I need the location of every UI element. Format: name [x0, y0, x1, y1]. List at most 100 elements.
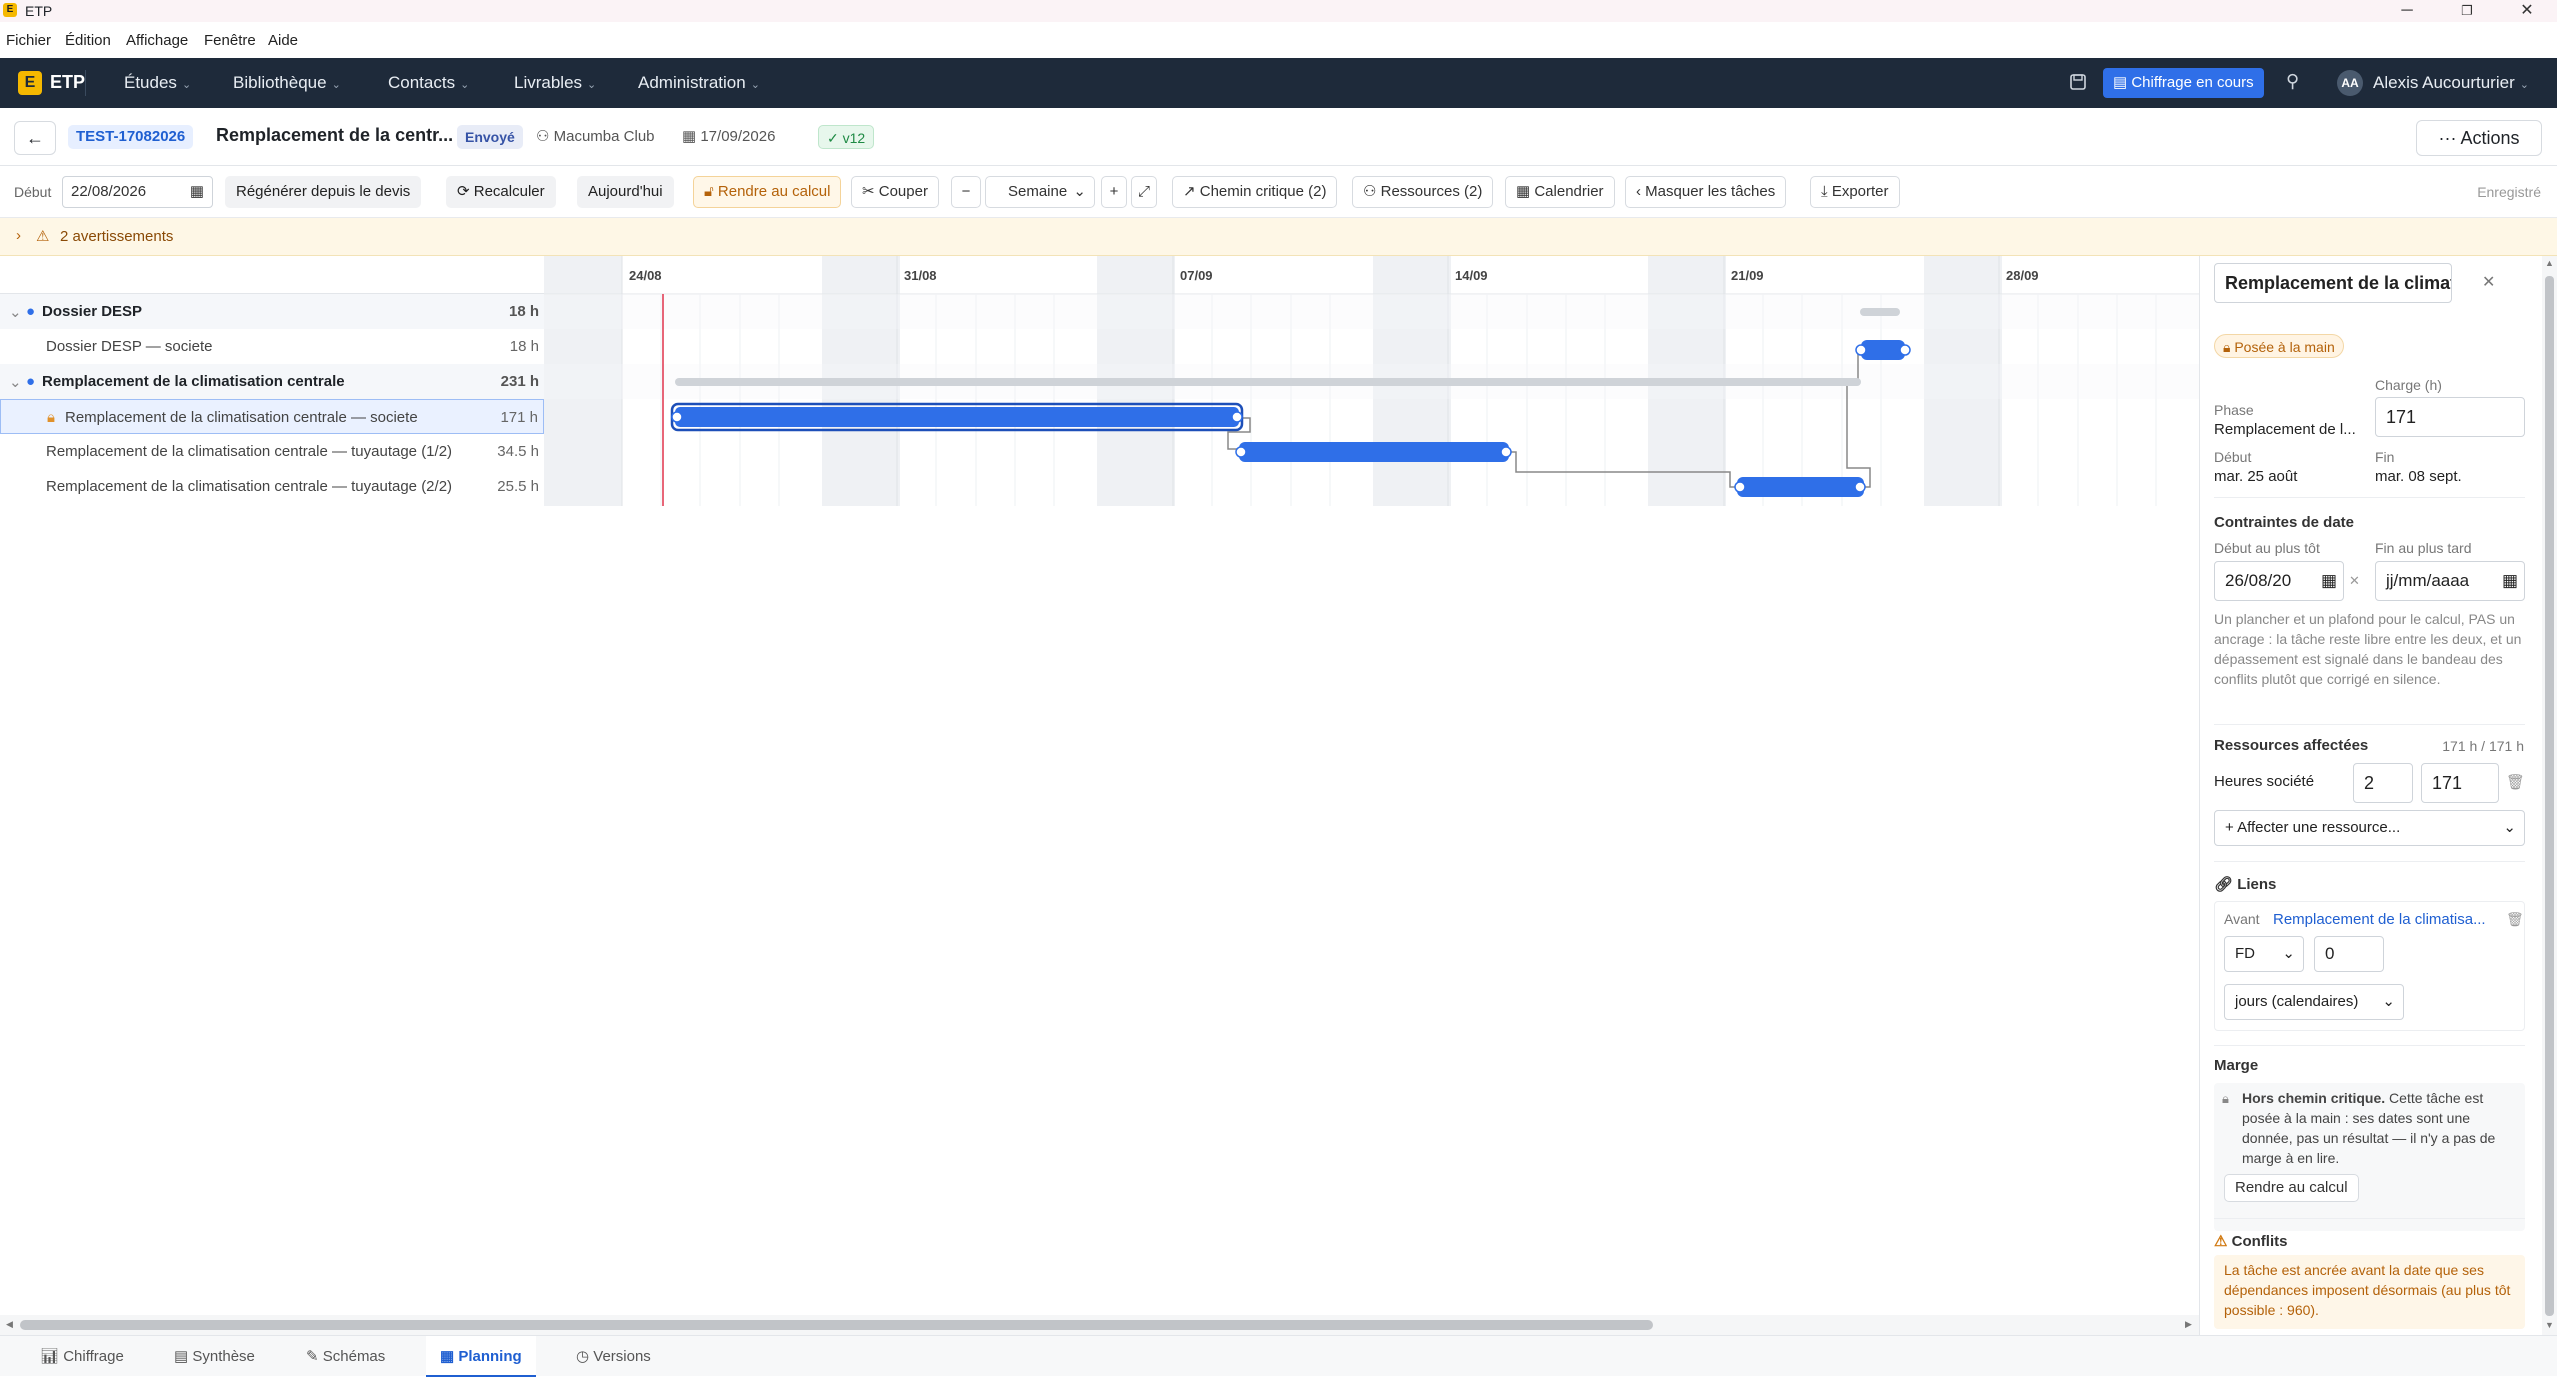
- back-button[interactable]: ←: [14, 121, 56, 155]
- links-title: 🔗︎ Liens: [2214, 876, 2277, 893]
- clipboard-icon: ▤: [174, 1348, 193, 1365]
- scroll-up-icon: ▲: [2545, 258, 2554, 268]
- task-detail-panel: Remplacement de la climatisati ✕ 🔒︎ Posé…: [2199, 256, 2542, 1336]
- menu-fichier[interactable]: Fichier: [6, 32, 51, 49]
- gantt-chart[interactable]: 24/08 31/08 07/09 14/09 21/09 28/09: [544, 256, 2199, 506]
- minimize-icon[interactable]: ─: [2377, 0, 2437, 22]
- zoom-in-button[interactable]: +: [1101, 176, 1127, 208]
- hide-tasks-button[interactable]: ‹ Masquer les tâches: [1625, 176, 1787, 208]
- menu-fenetre[interactable]: Fenêtre: [204, 32, 256, 49]
- task-row[interactable]: Remplacement de la climatisation central…: [0, 434, 544, 469]
- chevron-down-icon: ⌄: [750, 79, 760, 91]
- restore-icon[interactable]: ❐: [2437, 0, 2497, 22]
- pin-icon[interactable]: ⚲: [2286, 71, 2299, 92]
- save-icon[interactable]: [2068, 72, 2090, 94]
- link-unit-select[interactable]: jours (calendaires) ⌄: [2224, 984, 2404, 1020]
- chevron-down-icon: ⌄: [2519, 79, 2529, 91]
- scroll-left-icon: ◀: [6, 1319, 13, 1329]
- assign-resource-select[interactable]: + Affecter une ressource... ⌄: [2214, 810, 2525, 846]
- menu-aide[interactable]: Aide: [268, 32, 298, 49]
- scrollbar-thumb[interactable]: [20, 1320, 1653, 1330]
- horizontal-scrollbar[interactable]: ◀ ▶: [0, 1315, 2199, 1335]
- chart-icon: 📊︎: [40, 1348, 64, 1365]
- tab-schemas[interactable]: ✎ Schémas: [292, 1336, 399, 1377]
- week-label: 31/08: [904, 268, 937, 283]
- user-menu[interactable]: Alexis Aucourturier ⌄: [2373, 73, 2529, 93]
- task-title-input[interactable]: Remplacement de la climatisati: [2214, 263, 2452, 303]
- gantt-timeline[interactable]: 24/08 31/08 07/09 14/09 21/09 28/09: [544, 256, 2199, 506]
- menu-affichage[interactable]: Affichage: [126, 32, 188, 49]
- start-label: Début: [2214, 449, 2252, 465]
- app-logo-icon: E: [3, 3, 17, 17]
- calendar-icon: ▦: [189, 183, 204, 200]
- chevron-down-icon: ⌄: [331, 79, 341, 91]
- fit-icon[interactable]: ⤢: [1131, 176, 1157, 208]
- nav-contacts[interactable]: Contacts ⌄: [388, 73, 469, 93]
- task-list-header: [0, 256, 544, 294]
- cut-button[interactable]: ✂ Couper: [851, 176, 939, 208]
- clear-date-icon[interactable]: ✕: [2349, 573, 2360, 589]
- nav-administration[interactable]: Administration ⌄: [638, 73, 760, 93]
- status-chiffrage-button[interactable]: ▤ Chiffrage en cours: [2103, 68, 2264, 98]
- latest-date-input[interactable]: jj/mm/aaaa ▦: [2375, 561, 2525, 601]
- critical-path-button[interactable]: ↗ Chemin critique (2): [1172, 176, 1338, 208]
- zoom-out-button[interactable]: −: [951, 176, 981, 208]
- resource-qty-input[interactable]: 2: [2353, 763, 2413, 803]
- nav-etudes[interactable]: Études ⌄: [124, 73, 191, 93]
- charge-input[interactable]: 171: [2375, 397, 2525, 437]
- avatar[interactable]: AA: [2337, 70, 2363, 96]
- regenerate-button[interactable]: Régénérer depuis le devis: [225, 176, 422, 208]
- task-row[interactable]: Remplacement de la climatisation central…: [0, 469, 544, 504]
- link-target[interactable]: Remplacement de la climatisa...: [2273, 911, 2486, 928]
- close-window-icon[interactable]: ✕: [2497, 0, 2557, 22]
- calendar-icon: ▦: [1516, 183, 1535, 200]
- chevron-right-icon[interactable]: ›: [16, 227, 21, 244]
- resources-button[interactable]: ⚇ Ressources (2): [1352, 176, 1494, 208]
- earliest-date-input[interactable]: 26/08/20 ▦: [2214, 561, 2344, 601]
- vertical-scrollbar[interactable]: ▲ ▼: [2542, 256, 2557, 1335]
- recalculate-button[interactable]: ⟳ Recalculer: [446, 176, 556, 208]
- calendar-button[interactable]: ▦ Calendrier: [1505, 176, 1615, 208]
- group-dot-icon: ●: [26, 373, 36, 390]
- task-row[interactable]: Dossier DESP — societe 18 h: [0, 329, 544, 364]
- scissors-icon: ✂: [862, 183, 879, 200]
- more-icon: ···: [2438, 128, 2461, 148]
- warnings-count: 2 avertissements: [60, 228, 174, 245]
- warning-icon: ⚠: [2214, 1233, 2232, 1250]
- trash-icon[interactable]: 🗑︎: [2506, 773, 2525, 791]
- actions-button[interactable]: ··· Actions: [2416, 120, 2542, 156]
- trash-icon[interactable]: 🗑︎: [2506, 911, 2524, 928]
- export-button[interactable]: ⤓ Exporter: [1810, 176, 1900, 208]
- resource-hours-input[interactable]: 171: [2421, 763, 2499, 803]
- task-row-selected[interactable]: 🔒︎ Remplacement de la climatisation cent…: [0, 399, 544, 434]
- tab-chiffrage[interactable]: 📊︎ Chiffrage: [26, 1336, 138, 1377]
- start-date-input[interactable]: 22/08/2026 ▦: [62, 176, 213, 208]
- link-lag-input[interactable]: 0: [2314, 936, 2384, 972]
- document-icon: ▤: [2113, 74, 2132, 91]
- scroll-right-icon: ▶: [2185, 1319, 2192, 1329]
- resource-name: Heures société: [2214, 773, 2315, 790]
- refresh-icon: ⟳: [457, 183, 474, 200]
- today-button[interactable]: Aujourd'hui: [577, 176, 674, 208]
- tab-synthese[interactable]: ▤ Synthèse: [160, 1336, 269, 1377]
- nav-bibliotheque[interactable]: Bibliothèque ⌄: [233, 73, 341, 93]
- link-icon: 🔗︎: [2214, 876, 2238, 893]
- calendar-icon: ▦: [440, 1348, 459, 1365]
- warnings-bar[interactable]: › ⚠ 2 avertissements: [0, 218, 2557, 256]
- scale-select[interactable]: Semaine ⌄: [985, 176, 1095, 208]
- return-to-calc-button[interactable]: 🔓︎ Rendre au calcul: [693, 176, 842, 208]
- return-to-calc-button[interactable]: Rendre au calcul: [2224, 1174, 2359, 1202]
- nav-livrables[interactable]: Livrables ⌄: [514, 73, 596, 93]
- group-dot-icon: ●: [26, 303, 36, 320]
- version-badge[interactable]: ✓ v12: [818, 125, 875, 149]
- menu-edition[interactable]: Édition: [65, 32, 111, 49]
- task-row-group[interactable]: ⌄ ● Dossier DESP 18 h: [0, 294, 544, 329]
- scrollbar-thumb[interactable]: [2545, 276, 2554, 1316]
- link-type-select[interactable]: FD ⌄: [2224, 936, 2304, 972]
- tab-versions[interactable]: ◷ Versions: [562, 1336, 665, 1377]
- chevron-down-icon: ⌄: [2282, 945, 2295, 962]
- close-icon[interactable]: ✕: [2482, 272, 2495, 292]
- week-label: 14/09: [1455, 268, 1488, 283]
- tab-planning[interactable]: ▦ Planning: [426, 1336, 536, 1377]
- task-row-group[interactable]: ⌄ ● Remplacement de la climatisation cen…: [0, 364, 544, 399]
